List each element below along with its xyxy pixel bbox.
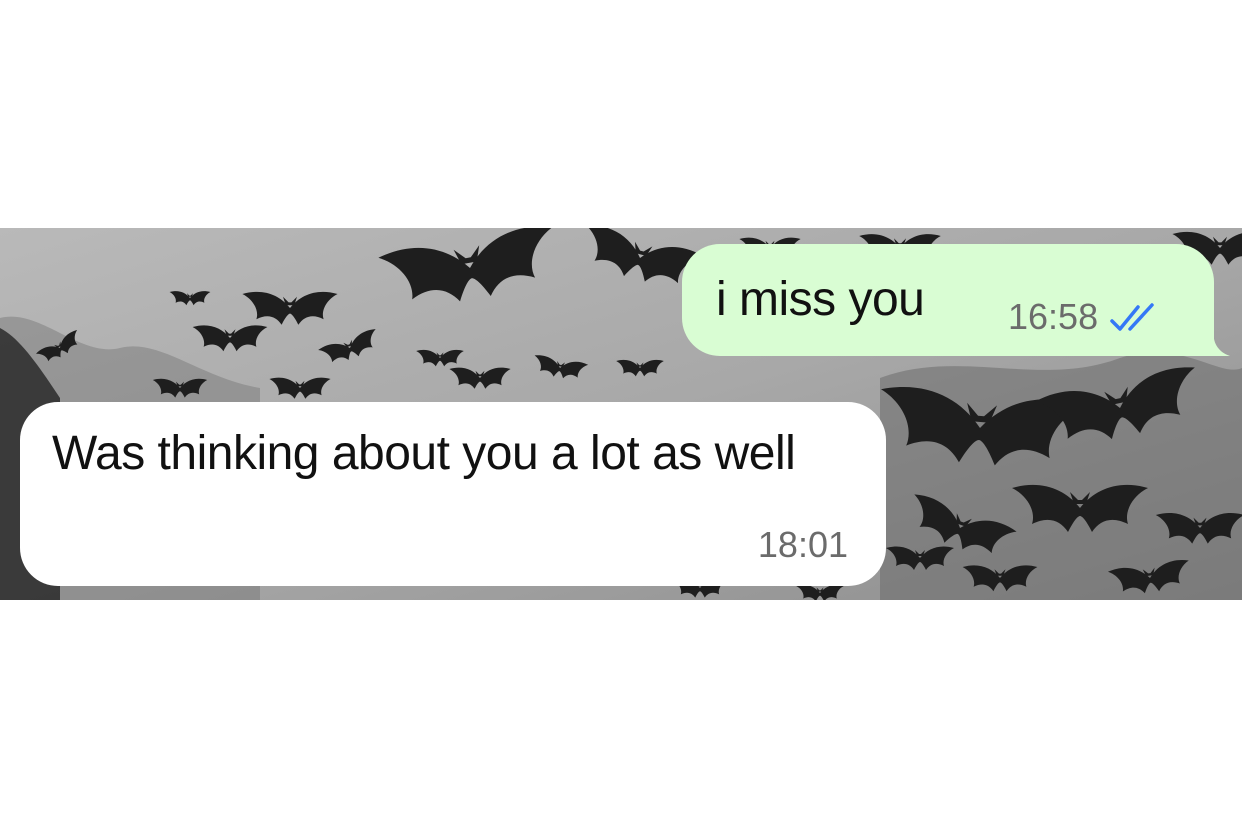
screenshot-page: i miss you 16:58 Was thinking about you … (0, 0, 1242, 827)
bubble-tail-icon (1204, 330, 1230, 356)
outgoing-message-time: 16:58 (1008, 296, 1099, 337)
incoming-message-bubble[interactable]: Was thinking about you a lot as well 18:… (20, 402, 886, 586)
incoming-message-time: 18:01 (757, 524, 848, 565)
incoming-message-text: Was thinking about you a lot as well (52, 427, 796, 480)
incoming-message-meta: 18:01 (758, 524, 848, 566)
outgoing-message-text: i miss you (716, 273, 925, 326)
outgoing-message-bubble[interactable]: i miss you 16:58 (682, 244, 1230, 356)
outgoing-message-meta: 16:58 (1008, 296, 1164, 338)
double-check-read-icon (1110, 303, 1154, 331)
